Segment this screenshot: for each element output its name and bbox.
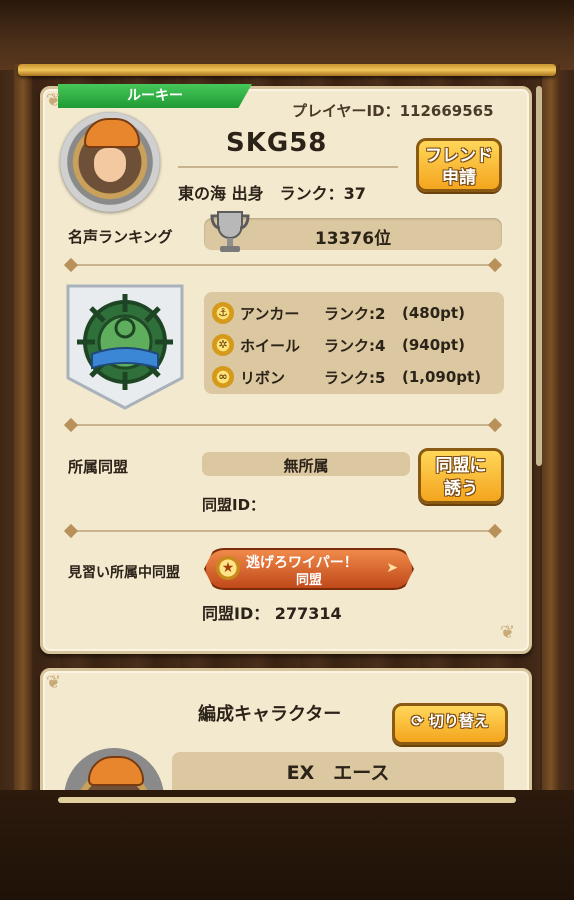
player-avatar[interactable] xyxy=(60,112,160,212)
refresh-icon: ⟳ xyxy=(411,712,424,730)
trainee-alliance-sub: 同盟 xyxy=(295,573,322,588)
top-rail xyxy=(18,64,556,76)
alliance-bar: 無所属 xyxy=(202,452,410,476)
corner-ornament-icon: ❦ xyxy=(46,90,62,111)
left-post xyxy=(14,64,32,900)
trainee-alliance-label: 見習い所属中同盟 xyxy=(68,565,180,581)
corner-ornament-icon: ❦ xyxy=(46,672,62,693)
emblem-icon xyxy=(66,284,184,410)
player-name: SKG58 xyxy=(226,128,328,158)
bottom-rail xyxy=(58,797,516,803)
scrollbar[interactable] xyxy=(536,86,542,466)
divider xyxy=(68,264,498,266)
trophy-icon xyxy=(210,211,250,252)
hat-icon xyxy=(88,756,144,786)
divider xyxy=(68,530,498,532)
alliance-value: 無所属 xyxy=(283,457,329,475)
formation-title: 編成キャラクター xyxy=(198,704,342,725)
switch-button[interactable]: ⟳ 切り替え xyxy=(392,703,508,745)
right-post xyxy=(542,64,560,900)
medal-row: ✲ ホイール ランク:4 (940pt) xyxy=(212,332,465,358)
ribbon-icon: ∞ xyxy=(212,366,234,388)
top-frame xyxy=(0,0,574,70)
title-badge: ルーキー xyxy=(58,84,252,108)
player-id: プレイヤーID：112669565 xyxy=(292,102,494,120)
corner-ornament-icon: ❦ xyxy=(500,622,516,643)
character-name: EX エース xyxy=(286,762,390,784)
fame-label: 名声ランキング xyxy=(68,228,173,246)
bottom-frame xyxy=(0,790,574,900)
invite-alliance-button[interactable]: 同盟に 誘う xyxy=(418,448,504,504)
switch-label: 切り替え xyxy=(428,712,489,730)
alliance-label: 所属同盟 xyxy=(68,458,129,476)
alliance-id: 同盟ID： xyxy=(202,496,266,514)
trainee-alliance-id: 同盟ID： 277314 xyxy=(202,604,342,623)
medal-row: ∞ リボン ランク:5 (1,090pt) xyxy=(212,364,481,390)
origin-rank: 東の海 出身 ランク：37 xyxy=(178,184,366,203)
arrow-icon: ➤ xyxy=(386,560,398,576)
wheel-icon: ✲ xyxy=(212,334,234,356)
divider xyxy=(68,424,498,426)
name-underline xyxy=(178,166,398,168)
medal-row: ⚓ アンカー ランク:2 (480pt) xyxy=(212,300,465,326)
friend-request-button[interactable]: フレンド 申請 xyxy=(416,138,502,192)
hat-icon xyxy=(84,118,140,148)
anchor-icon: ⚓ xyxy=(212,302,234,324)
face-icon xyxy=(94,148,126,182)
medal-list: ⚓ アンカー ランク:2 (480pt) ✲ ホイール ランク:4 (940pt… xyxy=(204,292,504,394)
trainee-alliance-button[interactable]: ★ 逃げろワイパー！ 同盟 ➤ xyxy=(204,548,414,590)
